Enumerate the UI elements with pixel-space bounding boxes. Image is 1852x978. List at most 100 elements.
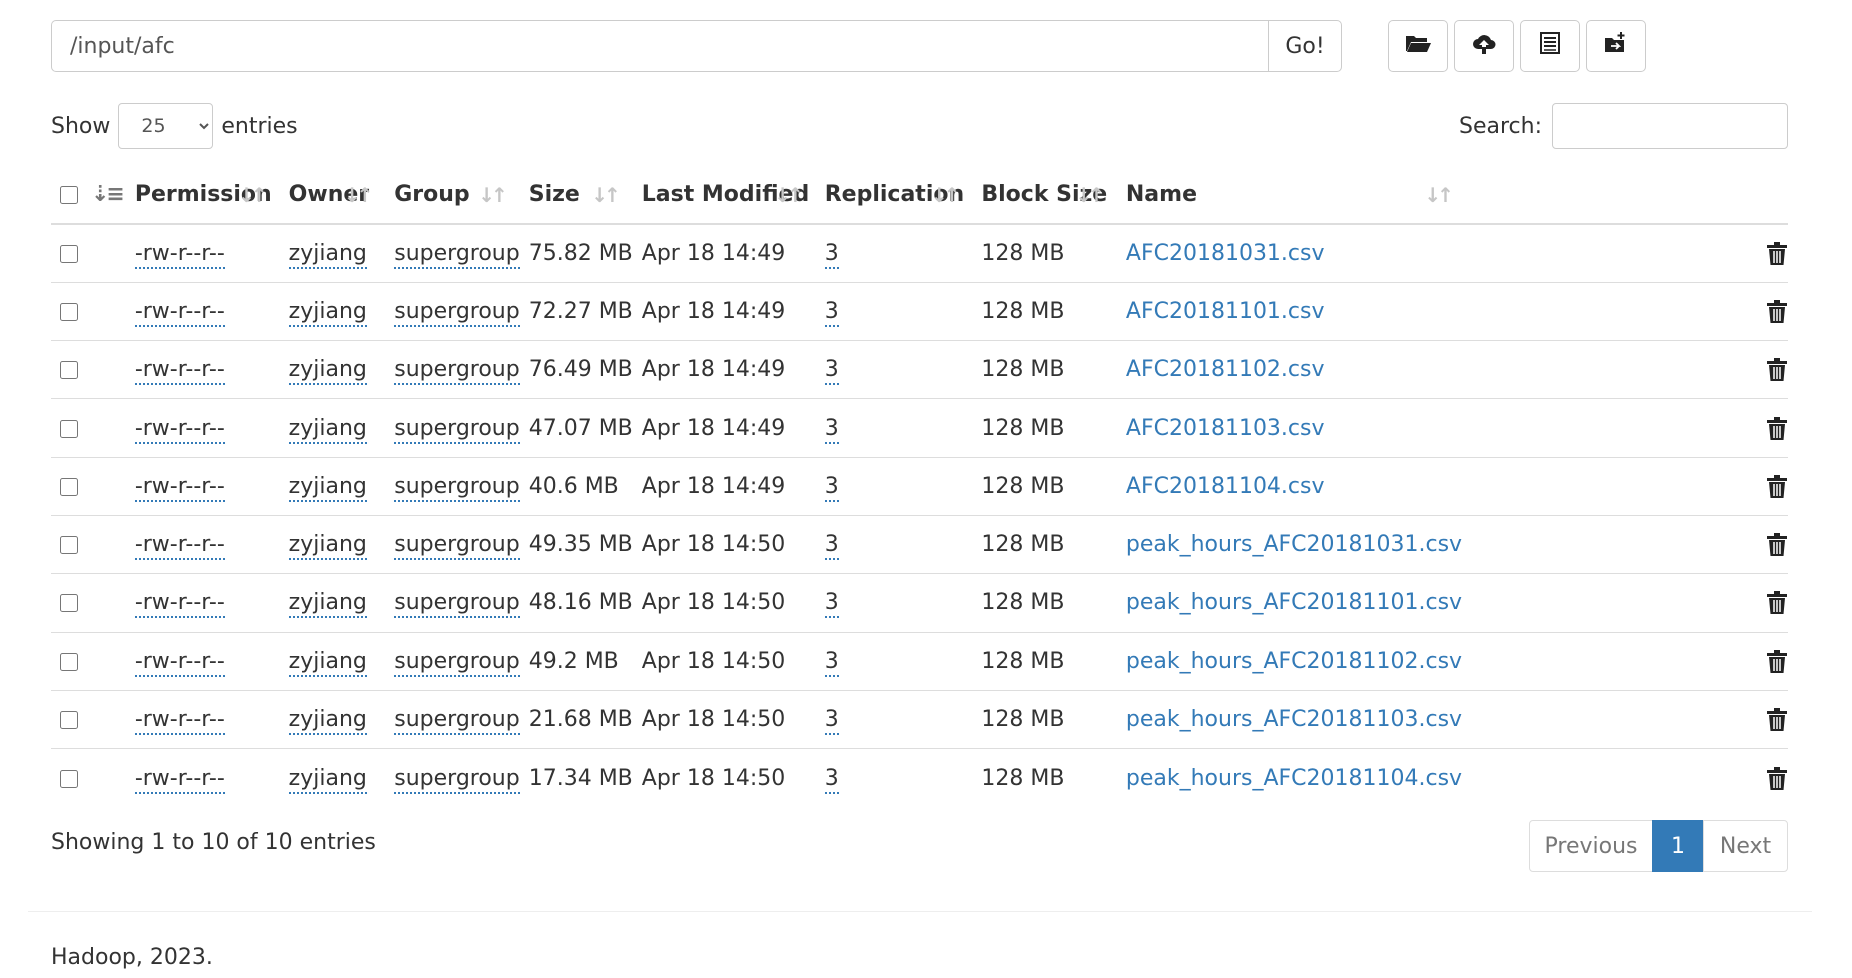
row-checkbox[interactable] <box>60 477 78 496</box>
trash-icon[interactable] <box>1766 416 1788 441</box>
file-name-link[interactable]: peak_hours_AFC20181104.csv <box>1126 766 1462 791</box>
entries-per-page-select[interactable]: 25 <box>118 103 214 149</box>
size-cell: 49.2 MB <box>519 631 633 691</box>
select-all-checkbox[interactable] <box>60 186 78 204</box>
row-checkbox[interactable] <box>60 361 78 380</box>
sort-icon: ↓↑ <box>238 182 267 207</box>
owner-cell[interactable]: zyjiang <box>288 532 367 561</box>
trash-icon[interactable] <box>1766 649 1788 674</box>
trash-icon[interactable] <box>1766 299 1788 324</box>
row-checkbox[interactable] <box>60 769 78 788</box>
group-cell[interactable]: supergroup <box>394 415 520 444</box>
trash-icon[interactable] <box>1766 241 1788 266</box>
row-checkbox[interactable] <box>60 652 78 671</box>
header-name[interactable]: Name ↓↑ <box>1116 166 1466 225</box>
replication-cell[interactable]: 3 <box>824 532 839 561</box>
group-cell[interactable]: supergroup <box>394 298 520 327</box>
header-size[interactable]: Size ↓↑ <box>519 166 633 225</box>
view-list-button[interactable] <box>1520 20 1580 72</box>
trash-icon[interactable] <box>1766 533 1788 557</box>
replication-cell[interactable]: 3 <box>824 590 839 619</box>
group-cell[interactable]: supergroup <box>394 357 520 386</box>
group-cell[interactable]: supergroup <box>394 590 520 619</box>
table-row: -rw-r--r-- zyjiang supergroup 21.68 MB A… <box>51 689 1788 749</box>
next-page-button[interactable]: Next <box>1703 820 1788 872</box>
size-cell: 21.68 MB <box>519 689 633 749</box>
row-checkbox[interactable] <box>60 536 78 555</box>
permission-cell[interactable]: -rw-r--r-- <box>134 648 225 677</box>
file-name-link[interactable]: peak_hours_AFC20181103.csv <box>1126 707 1462 732</box>
trash-icon[interactable] <box>1766 591 1788 615</box>
row-checkbox[interactable] <box>60 419 78 438</box>
file-name-link[interactable]: AFC20181103.csv <box>1126 416 1325 441</box>
file-name-link[interactable]: AFC20181104.csv <box>1126 474 1325 499</box>
modified-cell: Apr 18 14:49 <box>641 240 786 266</box>
replication-cell[interactable]: 3 <box>824 357 839 386</box>
upload-file-button[interactable] <box>1454 20 1514 72</box>
permission-cell[interactable]: -rw-r--r-- <box>134 765 225 794</box>
move-files-button[interactable] <box>1586 20 1646 72</box>
permission-cell[interactable]: -rw-r--r-- <box>134 532 225 561</box>
trash-icon[interactable] <box>1766 708 1788 732</box>
owner-cell[interactable]: zyjiang <box>288 240 367 269</box>
trash-icon[interactable] <box>1766 766 1788 791</box>
replication-cell[interactable]: 3 <box>824 648 839 677</box>
trash-icon[interactable] <box>1766 474 1788 499</box>
header-last-modified[interactable]: Last Modified ↓↑ <box>632 166 816 225</box>
path-input[interactable] <box>51 20 1268 72</box>
sort-header[interactable]: ⇣≡ <box>81 166 126 225</box>
owner-cell[interactable]: zyjiang <box>288 648 367 677</box>
row-checkbox[interactable] <box>60 594 78 613</box>
select-all-header <box>51 166 82 225</box>
header-block-size[interactable]: Block Size ↓↑ <box>972 166 1117 225</box>
group-cell[interactable]: supergroup <box>394 240 520 269</box>
go-button[interactable]: Go! <box>1268 20 1342 72</box>
search-input[interactable] <box>1552 103 1788 149</box>
header-replication[interactable]: Replication ↓↑ <box>815 166 973 225</box>
replication-cell[interactable]: 3 <box>824 765 839 794</box>
group-cell[interactable]: supergroup <box>394 765 520 794</box>
header-owner[interactable]: Owner ↓↑ <box>279 166 386 225</box>
owner-cell[interactable]: zyjiang <box>288 357 367 386</box>
sort-icon: ↓↑ <box>478 182 507 207</box>
permission-cell[interactable]: -rw-r--r-- <box>134 707 225 736</box>
permission-cell[interactable]: -rw-r--r-- <box>134 240 225 269</box>
replication-cell[interactable]: 3 <box>824 415 839 444</box>
owner-cell[interactable]: zyjiang <box>288 707 367 736</box>
permission-cell[interactable]: -rw-r--r-- <box>134 415 225 444</box>
table-row: -rw-r--r-- zyjiang supergroup 49.35 MB A… <box>51 514 1788 574</box>
permission-cell[interactable]: -rw-r--r-- <box>134 357 225 386</box>
permission-cell[interactable]: -rw-r--r-- <box>134 590 225 619</box>
page-1-button[interactable]: 1 <box>1652 820 1704 872</box>
file-name-link[interactable]: AFC20181102.csv <box>1126 357 1325 382</box>
header-group[interactable]: Group ↓↑ <box>385 166 520 225</box>
owner-cell[interactable]: zyjiang <box>288 415 367 444</box>
create-directory-button[interactable] <box>1388 20 1448 72</box>
trash-icon[interactable] <box>1766 358 1788 382</box>
file-name-link[interactable]: peak_hours_AFC20181102.csv <box>1126 649 1462 674</box>
file-name-link[interactable]: AFC20181031.csv <box>1126 241 1325 266</box>
previous-page-button[interactable]: Previous <box>1529 820 1653 872</box>
group-cell[interactable]: supergroup <box>394 473 520 502</box>
replication-cell[interactable]: 3 <box>824 298 839 327</box>
file-name-link[interactable]: peak_hours_AFC20181101.csv <box>1126 590 1462 615</box>
file-name-link[interactable]: AFC20181101.csv <box>1126 299 1325 324</box>
group-cell[interactable]: supergroup <box>394 648 520 677</box>
replication-cell[interactable]: 3 <box>824 240 839 269</box>
owner-cell[interactable]: zyjiang <box>288 590 367 619</box>
group-cell[interactable]: supergroup <box>394 532 520 561</box>
permission-cell[interactable]: -rw-r--r-- <box>134 298 225 327</box>
owner-cell[interactable]: zyjiang <box>288 298 367 327</box>
modified-cell: Apr 18 14:50 <box>632 631 816 691</box>
row-checkbox[interactable] <box>60 244 78 263</box>
file-name-link[interactable]: peak_hours_AFC20181031.csv <box>1126 532 1462 557</box>
header-permission[interactable]: Permission ↓↑ <box>125 166 280 225</box>
owner-cell[interactable]: zyjiang <box>288 765 367 794</box>
replication-cell[interactable]: 3 <box>824 707 839 736</box>
row-checkbox[interactable] <box>60 302 78 321</box>
permission-cell[interactable]: -rw-r--r-- <box>134 473 225 502</box>
owner-cell[interactable]: zyjiang <box>288 473 367 502</box>
replication-cell[interactable]: 3 <box>824 473 839 502</box>
group-cell[interactable]: supergroup <box>394 707 520 736</box>
row-checkbox[interactable] <box>60 711 78 730</box>
